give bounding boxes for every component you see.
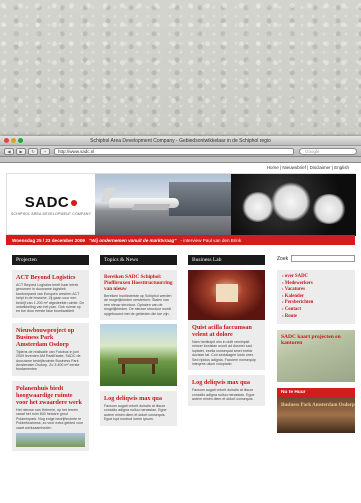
logo-tagline: SCHIPHOL AREA DEVELOPMENT COMPANY: [10, 212, 92, 216]
menu-item-over-sadc[interactable]: over SADC: [282, 274, 350, 281]
map-promo-text: SADC kaart projecten en kantoren: [281, 334, 341, 347]
menu-item-kalender[interactable]: Kalender: [282, 294, 350, 301]
rental-promo-header: Nu te Huur: [277, 388, 355, 398]
menu-item-medewerkers[interactable]: Medewerkers: [282, 281, 350, 288]
news-card[interactable]: Bereiken SADC Schiphol: Pioflbruxen Hoes…: [100, 270, 177, 321]
hero-dancers-image: [231, 174, 356, 236]
dancer-shape: [241, 192, 275, 222]
hero-airplane-image: [95, 174, 231, 236]
card-title[interactable]: Log deliqwis max qua: [104, 395, 173, 402]
stage-shape: [216, 284, 238, 302]
business-lab-card[interactable]: Log deliqwis max qua Facsum augait volor…: [188, 375, 265, 406]
business-lab-column: Business Lab Quist acilla faccumsan vele…: [188, 255, 265, 406]
menu-item-persberichten[interactable]: Persberichten: [282, 300, 350, 307]
search-placeholder: Google: [305, 148, 320, 154]
projecten-column: Projecten ACT Beyond Logistics ACT Beyon…: [12, 255, 89, 451]
news-card[interactable]: Log deliqwis max qua Facsum augait volor…: [100, 391, 177, 426]
map-promo[interactable]: SADC kaart projecten en kantoren: [277, 330, 355, 383]
ticker-quote[interactable]: "Wij ondernemen vanuit de marktvraag": [89, 238, 177, 243]
reload-button[interactable]: ↻: [28, 147, 38, 155]
rental-promo-image: Business Park Amsterdam Osdorp: [277, 397, 355, 434]
zoom-button[interactable]: [18, 138, 23, 143]
search-input[interactable]: [291, 255, 355, 262]
close-button[interactable]: [4, 138, 9, 143]
bench-shape: [122, 364, 125, 375]
bench-shape: [152, 364, 155, 375]
card-text: Facsum augait volorit duisciis at ilisco…: [192, 388, 255, 402]
rental-promo-text: Business Park Amsterdam Osdorp: [281, 403, 355, 409]
card-title[interactable]: Polanenhuis biedt hoogwaardige ruimte vo…: [16, 385, 85, 406]
add-bookmark-button[interactable]: +: [40, 147, 50, 155]
menu-item-route[interactable]: Route: [282, 314, 350, 321]
browser-window: Schiphol Area Development Company - Gebi…: [0, 136, 361, 503]
column-header[interactable]: Business Lab: [188, 255, 265, 265]
park-bench-image: [100, 324, 177, 387]
web-page: Home | Nieuwsbrief | Disclaimer | Englis…: [0, 163, 361, 502]
top-links[interactable]: Home | Nieuwsbrief | Disclaimer | Englis…: [267, 165, 349, 170]
card-text: Tijdens de realisatie van Fotobus in jun…: [16, 349, 81, 372]
column-header[interactable]: Projecten: [12, 255, 89, 265]
back-button[interactable]: ◀: [4, 147, 14, 155]
menu-item-vacatures[interactable]: Vacatures: [282, 287, 350, 294]
logo-dot-icon: [71, 199, 78, 206]
topics-news-column: Topics & News Bereiken SADC Schiphol: Pi…: [100, 255, 177, 426]
address-text: http://www.sadc.nl: [58, 148, 95, 154]
window-controls: [4, 138, 23, 143]
project-card[interactable]: Nieuwbouwproject op Business Park Amster…: [12, 322, 89, 376]
card-title[interactable]: Nieuwbouwproject op Business Park Amster…: [16, 327, 85, 348]
minimize-button[interactable]: [11, 138, 16, 143]
card-title[interactable]: Log deliqwis max qua: [192, 379, 261, 386]
browser-search-field[interactable]: Google: [299, 147, 357, 155]
ticker-source: - interview Paul van den Brink: [180, 237, 242, 243]
card-text: Bereiken hoofdsterkte op Schiphol werden…: [104, 294, 172, 316]
rental-promo[interactable]: Nu te Huur Business Park Amsterdam Osdor…: [277, 388, 355, 434]
ticker-date: Woensdag 25 / 23 december 2009: [12, 237, 85, 243]
column-header[interactable]: Topics & News: [100, 255, 177, 265]
logo-text: SADC: [24, 194, 70, 211]
dancer-shape: [311, 194, 347, 224]
card-title[interactable]: Quist acilla faccumsan velent at dolore: [192, 324, 261, 338]
search-label: Zoek: [277, 255, 289, 262]
card-text: Facsum augait volorit duisciis at ilisco…: [104, 404, 167, 422]
right-sidebar: Zoek over SADC Medewerkers Vacatures Kal…: [277, 255, 355, 434]
menu-item-contact[interactable]: Contact: [282, 307, 350, 314]
card-title[interactable]: ACT Beyond Logistics: [16, 274, 85, 281]
card-text: Het nieuwe van Helemie, op het terrein v…: [16, 407, 84, 430]
forward-button[interactable]: ▶: [16, 147, 26, 155]
project-thumbnail: [16, 432, 85, 447]
window-titlebar: Schiphol Area Development Company - Gebi…: [0, 136, 361, 146]
site-search: Zoek: [277, 255, 355, 262]
project-card[interactable]: ACT Beyond Logistics ACT Beyond Logistic…: [12, 270, 89, 318]
hangar-shape: [169, 182, 231, 216]
card-text: Nam henitulpit nim in dolti venimpsit mi…: [192, 340, 256, 367]
ticker-bar: Woensdag 25 / 23 december 2009 "Wij onde…: [6, 235, 355, 245]
sidebar-menu: over SADC Medewerkers Vacatures Kalender…: [277, 270, 355, 325]
address-bar[interactable]: http://www.sadc.nl: [54, 147, 294, 155]
window-title: Schiphol Area Development Company - Gebi…: [90, 137, 271, 144]
business-lab-card[interactable]: Quist acilla faccumsan velent at dolore …: [188, 320, 265, 371]
plane-wing-shape: [131, 204, 171, 210]
browser-toolbar: ◀ ▶ ↻ + http://www.sadc.nl Google: [0, 146, 361, 157]
site-header: SADC SCHIPHOL AREA DEVELOPMENT COMPANY: [6, 173, 356, 236]
card-text: ACT Beyond Logistics heeft haar intrek g…: [16, 283, 85, 314]
theatre-image: [188, 270, 265, 320]
card-title[interactable]: Bereiken SADC Schiphol: Pioflbruxen Hoes…: [104, 274, 173, 292]
dancer-shape: [271, 182, 311, 222]
sadc-logo[interactable]: SADC SCHIPHOL AREA DEVELOPMENT COMPANY: [7, 174, 95, 236]
project-card[interactable]: Polanenhuis biedt hoogwaardige ruimte vo…: [12, 380, 89, 451]
